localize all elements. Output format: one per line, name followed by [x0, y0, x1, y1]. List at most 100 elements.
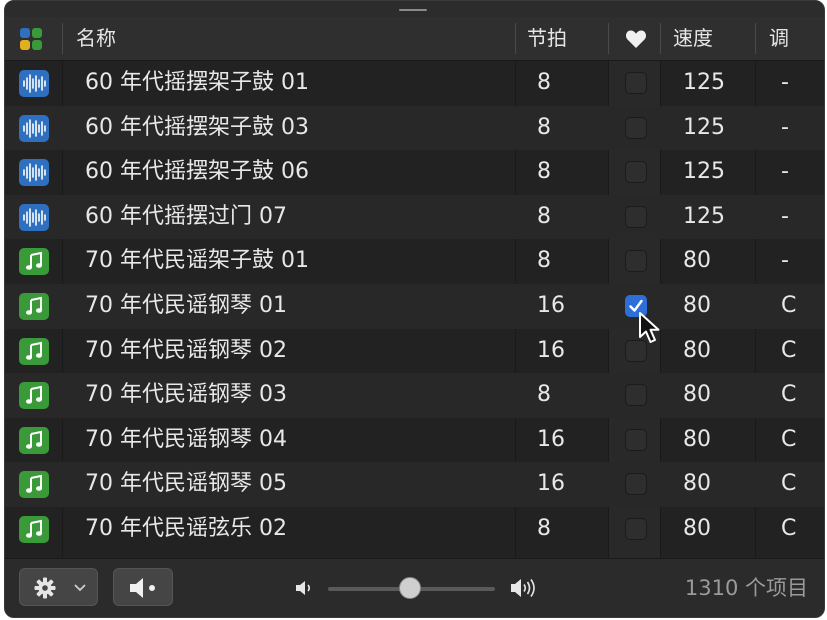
loop-tempo: 80	[683, 382, 711, 408]
key-column-header[interactable]: 调	[769, 17, 789, 60]
volume-high-icon	[511, 579, 535, 597]
heart-icon[interactable]	[625, 29, 647, 49]
loop-tempo: 80	[683, 337, 711, 363]
volume-low-icon	[296, 581, 311, 595]
loop-tempo: 80	[683, 515, 711, 541]
chevron-down-icon	[74, 584, 86, 592]
favorite-checkbox[interactable]	[625, 428, 647, 451]
favorite-checkbox[interactable]	[625, 205, 647, 228]
mouse-pointer-icon	[639, 312, 660, 343]
loop-name: 70 年代民谣弦乐 02	[85, 515, 287, 541]
table-row[interactable]: 70 年代民谣架子鼓 01 8 80 -	[5, 239, 824, 284]
loop-name: 60 年代摇摆架子鼓 03	[85, 114, 309, 140]
loop-name: 70 年代民谣架子鼓 01	[85, 248, 309, 274]
favorite-checkbox[interactable]	[625, 116, 647, 139]
loop-name: 70 年代民谣钢琴 04	[85, 426, 287, 452]
loop-beats: 8	[537, 382, 551, 408]
midi-loop-icon	[19, 382, 49, 410]
audio-loop-icon	[19, 70, 49, 97]
tempo-column-header[interactable]: 速度	[673, 17, 713, 60]
loop-key: -	[781, 203, 789, 229]
loop-tempo: 80	[683, 471, 711, 497]
favorite-checkbox[interactable]	[625, 250, 647, 273]
loop-name: 60 年代摇摆架子鼓 01	[85, 70, 309, 95]
loop-tempo: 80	[683, 248, 711, 274]
midi-loop-icon	[19, 292, 49, 320]
column-separator	[62, 23, 63, 54]
column-separator	[515, 23, 516, 54]
grip-icon	[399, 9, 427, 11]
favorite-checkbox[interactable]	[625, 384, 647, 407]
volume-slider-knob[interactable]	[399, 577, 421, 599]
favorite-checkbox[interactable]	[625, 473, 647, 496]
loop-browser-window: 名称 节拍 速度 调 60 年代摇摆架子鼓 01 8 125-60 年代摇摆架子鼓 …	[4, 0, 825, 618]
loop-tempo: 80	[683, 292, 711, 318]
table-row[interactable]: 70 年代民谣钢琴 04 16 80 C	[5, 418, 824, 463]
loop-key: -	[781, 114, 789, 140]
loop-tempo: 125	[683, 70, 725, 95]
midi-loop-icon	[19, 337, 49, 365]
loop-tempo: 125	[683, 159, 725, 185]
loop-list: 60 年代摇摆架子鼓 01 8 125-60 年代摇摆架子鼓 03 8 125-60 年…	[5, 61, 824, 558]
loop-beats: 8	[537, 203, 551, 229]
loop-name: 70 年代民谣钢琴 01	[85, 292, 287, 318]
loop-tempo: 80	[683, 426, 711, 452]
column-separator	[755, 23, 756, 54]
gear-icon	[34, 577, 56, 599]
favorite-checkbox[interactable]	[625, 161, 647, 184]
loop-key: -	[781, 70, 789, 95]
table-row[interactable]: 60 年代摇摆过门 07 8 125 -	[5, 194, 824, 240]
loop-name: 70 年代民谣钢琴 02	[85, 337, 287, 363]
loop-beats: 16	[537, 471, 565, 497]
favorite-checkbox[interactable]	[625, 517, 647, 540]
favorite-checkbox[interactable]	[625, 72, 647, 94]
table-row[interactable]: 60 年代摇摆架子鼓 06 8 125 -	[5, 150, 824, 195]
loop-name: 70 年代民谣钢琴 03	[85, 382, 287, 408]
table-row[interactable]: 70 年代民谣钢琴 05 16 80 C	[5, 462, 824, 507]
table-row[interactable]: 70 年代民谣钢琴 01 16 80 C	[5, 283, 824, 329]
loop-beats: 8	[537, 114, 551, 140]
midi-loop-icon	[19, 426, 49, 454]
column-separator	[660, 23, 661, 54]
table-row[interactable]: 60 年代摇摆架子鼓 01 8 125 -	[5, 61, 824, 106]
preview-button[interactable]	[113, 568, 173, 606]
midi-loop-icon	[19, 248, 49, 276]
table-row[interactable]: 70 年代民谣钢琴 02 16 80 C	[5, 329, 824, 374]
table-row[interactable]: 60 年代摇摆架子鼓 03 8 125 -	[5, 105, 824, 151]
footer-bar: 1310 个项目	[5, 558, 824, 617]
speaker-icon	[130, 578, 155, 598]
name-column-header[interactable]: 名称	[76, 17, 116, 60]
midi-loop-icon	[19, 515, 49, 543]
loop-key: -	[781, 248, 789, 274]
loop-beats: 8	[537, 159, 551, 185]
audio-loop-icon	[19, 159, 49, 187]
loop-key: C	[781, 471, 797, 497]
loop-name: 60 年代摇摆过门 07	[85, 203, 287, 229]
audio-loop-icon	[19, 203, 49, 231]
table-row[interactable]: 70 年代民谣弦乐 02 8 80 C	[5, 507, 824, 552]
table-row[interactable]: 70 年代民谣钢琴 03 8 80 C	[5, 373, 824, 418]
loop-tempo: 125	[683, 203, 725, 229]
category-grid-icon[interactable]	[19, 27, 43, 51]
item-count: 1310 个项目	[684, 576, 808, 600]
loop-key: C	[781, 382, 797, 408]
midi-loop-icon	[19, 471, 49, 499]
loop-beats: 8	[537, 70, 551, 95]
beats-column-header[interactable]: 节拍	[527, 17, 567, 60]
loop-key: C	[781, 292, 797, 318]
loop-beats: 16	[537, 292, 565, 318]
loop-beats: 16	[537, 426, 565, 452]
loop-key: C	[781, 426, 797, 452]
loop-key: C	[781, 337, 797, 363]
resize-handle[interactable]	[5, 1, 824, 17]
loop-beats: 8	[537, 515, 551, 541]
column-header: 名称 节拍 速度 调	[5, 17, 824, 61]
settings-button[interactable]	[19, 568, 98, 606]
loop-key: -	[781, 159, 789, 185]
loop-name: 60 年代摇摆架子鼓 06	[85, 159, 309, 185]
loop-beats: 8	[537, 248, 551, 274]
loop-key: C	[781, 515, 797, 541]
audio-loop-icon	[19, 114, 49, 142]
loop-beats: 16	[537, 337, 565, 363]
loop-name: 70 年代民谣钢琴 05	[85, 471, 287, 497]
